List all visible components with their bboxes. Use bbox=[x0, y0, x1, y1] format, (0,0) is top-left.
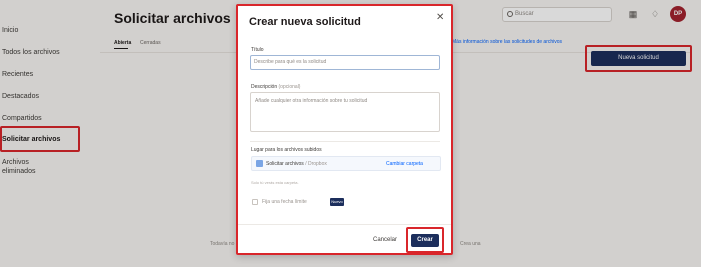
new-badge: Nuevo bbox=[330, 198, 344, 206]
description-label: Descripción (opcional) bbox=[251, 84, 300, 90]
description-field[interactable]: Añade cualquier otra información sobre t… bbox=[250, 92, 440, 132]
footer-divider bbox=[238, 224, 451, 225]
description-optional: (opcional) bbox=[278, 84, 301, 90]
dialog-title: Crear nueva solicitud bbox=[249, 16, 361, 28]
change-folder-link[interactable]: Cambiar carpeta bbox=[386, 161, 423, 167]
deadline-checkbox[interactable] bbox=[252, 199, 258, 205]
create-button-highlight: Crear bbox=[406, 227, 444, 253]
create-request-dialog: Crear nueva solicitud ✕ Título Describe … bbox=[236, 4, 453, 255]
folder-label: Lugar para los archivos subidos bbox=[251, 147, 322, 153]
section-divider bbox=[250, 141, 440, 142]
folder-name-text: Solicitar archivos bbox=[266, 161, 304, 167]
description-placeholder: Añade cualquier otra información sobre t… bbox=[255, 98, 368, 104]
title-label: Título bbox=[251, 47, 264, 53]
description-label-text: Descripción bbox=[251, 84, 278, 90]
close-icon[interactable]: ✕ bbox=[436, 12, 444, 23]
folder-path: / Dropbox bbox=[305, 161, 327, 167]
folder-name: Solicitar archivos / Dropbox bbox=[266, 161, 327, 167]
title-placeholder: Describe para qué es la solicitud bbox=[254, 59, 327, 65]
deadline-label[interactable]: Fija una fecha límite bbox=[262, 199, 307, 205]
folder-hint: Solo tú verás esta carpeta. bbox=[251, 180, 299, 185]
folder-selector: Solicitar archivos / Dropbox Cambiar car… bbox=[251, 156, 441, 171]
folder-icon bbox=[256, 160, 263, 167]
create-button[interactable]: Crear bbox=[411, 234, 439, 247]
title-field[interactable]: Describe para qué es la solicitud bbox=[250, 55, 440, 70]
cancel-button[interactable]: Cancelar bbox=[368, 233, 402, 247]
